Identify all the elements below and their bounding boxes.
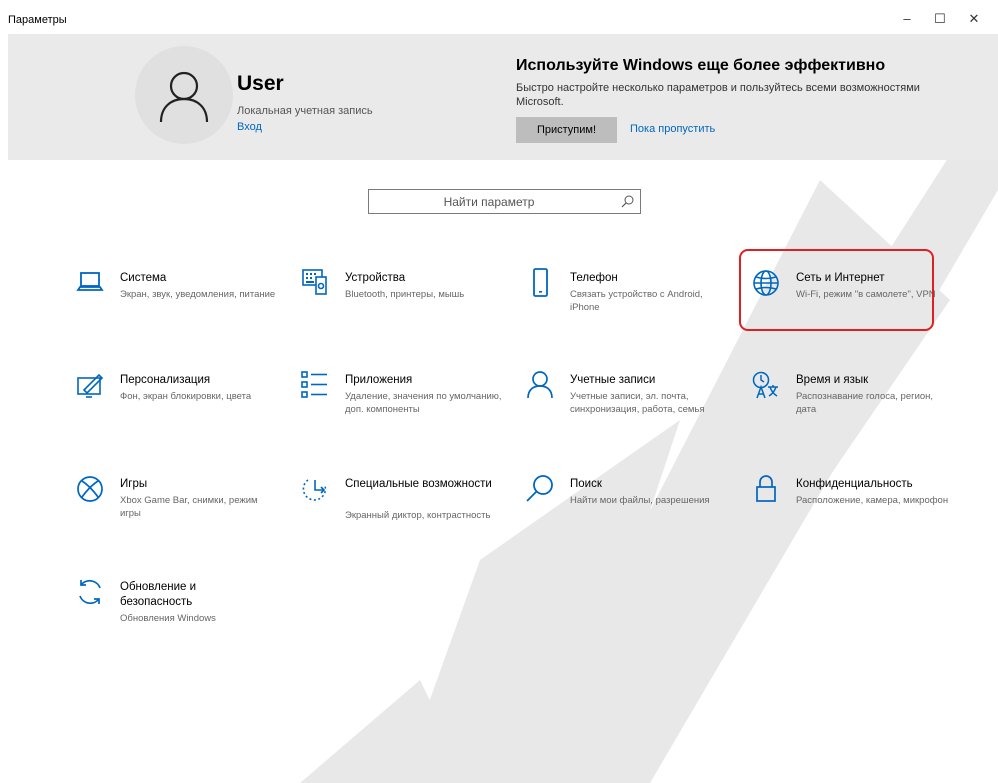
laptop-icon: [76, 272, 104, 291]
lock-icon: [756, 475, 776, 502]
sign-in-link[interactable]: Вход: [237, 121, 262, 133]
tile-description: Wi-Fi, режим "в самолете", VPN: [796, 289, 936, 300]
promo-description: Быстро настройте несколько параметров и …: [516, 82, 920, 108]
tile-title: Конфиденциальность: [796, 478, 913, 490]
tile-title: Телефон: [570, 272, 618, 284]
tile-description: Удаление, значения по умолчанию, доп. ко…: [345, 391, 502, 415]
account-type: Локальная учетная запись: [237, 105, 373, 117]
tile-description: Экранный диктор, контрастность: [345, 510, 491, 521]
account-name: User: [237, 72, 284, 95]
tile-title: Игры: [120, 478, 148, 490]
tile-gaming[interactable]: Игры Xbox Game Bar, снимки, режим игры: [75, 474, 275, 544]
tile-title: Приложения: [345, 374, 413, 386]
keyboard-icon: [302, 269, 327, 295]
tile-description: Фон, экран блокировки, цвета: [120, 391, 252, 402]
tile-privacy[interactable]: Конфиденциальность Расположение, камера,…: [751, 474, 951, 544]
tile-update-security[interactable]: Обновление и безопасность Обновления Win…: [75, 577, 275, 647]
tile-title: Система: [120, 272, 167, 284]
person-icon: [527, 371, 553, 399]
update-icon: [79, 579, 101, 605]
xbox-icon: [77, 476, 103, 502]
avatar[interactable]: [135, 46, 233, 144]
tile-network[interactable]: Сеть и Интернет Wi-Fi, режим "в самолете…: [751, 268, 951, 338]
tile-title: Специальные возможности: [345, 478, 492, 490]
tile-search[interactable]: Поиск Найти мои файлы, разрешения: [525, 474, 725, 544]
globe-icon: [753, 270, 779, 296]
tile-title: Обновление и безопасность: [120, 581, 197, 608]
phone-icon: [533, 268, 548, 297]
promo-title: Используйте Windows еще более эффективно: [516, 57, 886, 74]
accessibility-icon: [302, 479, 327, 501]
tile-title: Время и язык: [796, 374, 869, 386]
tile-accessibility[interactable]: Специальные возможности Экранный диктор,…: [300, 474, 500, 544]
apps-list-icon: [301, 371, 327, 398]
get-started-button[interactable]: Приступим!: [516, 117, 617, 143]
search-icon: [526, 475, 553, 502]
title-bar: Параметры – ☐ ✕: [0, 0, 998, 34]
tile-description: Найти мои файлы, разрешения: [570, 495, 710, 506]
tile-description: Связать устройство с Android, iPhone: [570, 289, 703, 313]
search-input[interactable]: [369, 190, 609, 213]
tile-title: Поиск: [570, 478, 602, 490]
tile-description: Учетные записи, эл. почта, синхронизация…: [570, 391, 705, 415]
tile-description: Экран, звук, уведомления, питание: [120, 289, 276, 300]
tile-title: Персонализация: [120, 374, 211, 386]
skip-link[interactable]: Пока пропустить: [630, 123, 715, 135]
search-box[interactable]: [368, 189, 641, 214]
tile-description: Расположение, камера, микрофон: [796, 495, 949, 506]
paint-icon: [77, 373, 104, 398]
close-button[interactable]: ✕: [954, 6, 994, 32]
tile-system[interactable]: Система Экран, звук, уведомления, питани…: [75, 268, 275, 338]
tile-title: Учетные записи: [570, 374, 656, 386]
language-time-icon: [752, 371, 778, 399]
tile-description: Обновления Windows: [120, 613, 216, 624]
tile-title: Устройства: [345, 272, 406, 284]
tile-time-language[interactable]: Время и язык Распознавание голоса, регио…: [751, 370, 951, 440]
tile-personalization[interactable]: Персонализация Фон, экран блокировки, цв…: [75, 370, 275, 440]
tile-description: Bluetooth, принтеры, мышь: [345, 289, 465, 300]
tile-description: Xbox Game Bar, снимки, режим игры: [120, 495, 258, 519]
search-icon[interactable]: [621, 195, 634, 208]
tile-accounts[interactable]: Учетные записи Учетные записи, эл. почта…: [525, 370, 725, 440]
window-title: Параметры: [8, 14, 67, 26]
tile-apps[interactable]: Приложения Удаление, значения по умолчан…: [300, 370, 502, 440]
tile-phone[interactable]: Телефон Связать устройство с Android, iP…: [525, 268, 725, 338]
user-avatar-icon: [159, 71, 209, 122]
tile-title: Сеть и Интернет: [796, 272, 885, 284]
tile-description: Распознавание голоса, регион, дата: [796, 391, 934, 415]
tile-devices[interactable]: Устройства Bluetooth, принтеры, мышь: [300, 268, 500, 338]
